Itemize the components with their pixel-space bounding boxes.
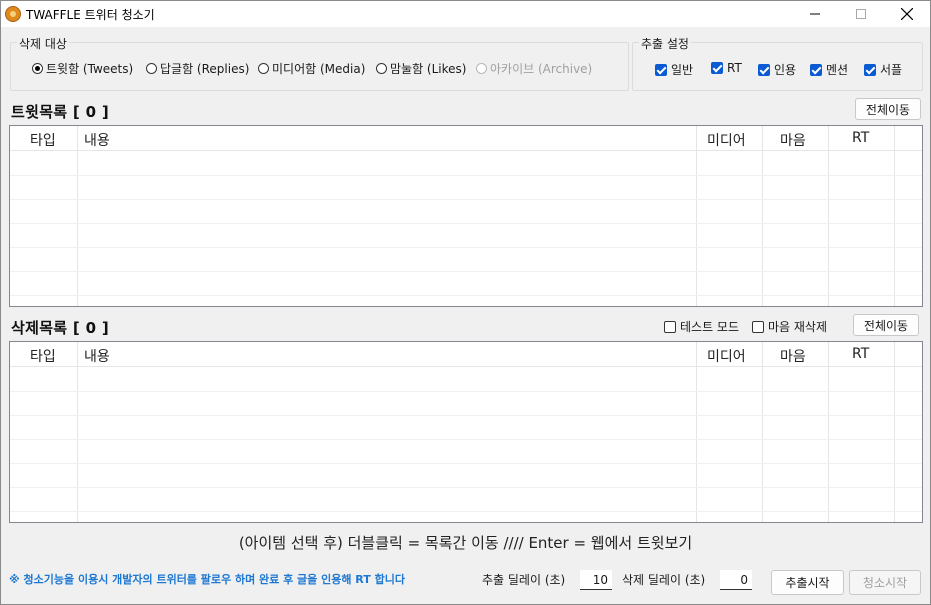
radio-label: 트윗함 (Tweets) bbox=[46, 62, 134, 76]
column-divider bbox=[894, 342, 895, 522]
close-icon[interactable] bbox=[884, 1, 930, 27]
checkbox-unchecked-icon bbox=[664, 320, 676, 333]
tweet-list-title: 트윗목록 [ 0 ] bbox=[11, 103, 110, 121]
radio-likes[interactable]: 맘눌함 (Likes) bbox=[376, 60, 466, 77]
column-header-likes[interactable]: 마음 bbox=[780, 130, 806, 150]
row-gridline bbox=[10, 247, 922, 248]
maximize-icon[interactable] bbox=[838, 1, 884, 27]
start-extract-button[interactable]: 추출시작 bbox=[771, 570, 844, 595]
column-divider bbox=[696, 126, 697, 306]
checkbox-label: 인용 bbox=[774, 63, 797, 77]
checkbox-checked-icon bbox=[711, 62, 723, 74]
delete-target-label: 삭제 대상 bbox=[17, 35, 69, 52]
checkbox-mention[interactable]: 멘션 bbox=[810, 61, 848, 78]
window-title: TWAFFLE 트위터 청소기 bbox=[26, 8, 155, 22]
row-gridline bbox=[10, 415, 922, 416]
row-gridline bbox=[10, 463, 922, 464]
radio-dot-icon bbox=[146, 63, 157, 74]
row-gridline bbox=[10, 295, 922, 296]
radio-archive[interactable]: 아카이브 (Archive) bbox=[476, 60, 592, 77]
column-header-rt[interactable]: RT bbox=[852, 130, 869, 146]
developer-notice: ※ 청소기능을 이용시 개발자의 트위터를 팔로우 하며 완료 후 글을 인용해… bbox=[9, 573, 405, 586]
delete-list-table[interactable]: 타입 내용 미디어 마음 RT bbox=[9, 341, 923, 523]
column-divider bbox=[828, 342, 829, 522]
redelete-likes-checkbox[interactable]: 마음 재삭제 bbox=[752, 318, 827, 335]
extract-settings-label: 추출 설정 bbox=[639, 35, 691, 52]
checkbox-label: 서플 bbox=[880, 63, 903, 77]
row-gridline bbox=[10, 391, 922, 392]
row-gridline bbox=[10, 271, 922, 272]
checkbox-label: 테스트 모드 bbox=[680, 320, 740, 334]
usage-hint: (아이템 선택 후) 더블클릭 = 목록간 이동 //// Enter = 웹에… bbox=[238, 534, 693, 552]
delete-list-title: 삭제목록 [ 0 ] bbox=[11, 319, 110, 337]
extract-delay-input[interactable]: 10 bbox=[580, 570, 612, 590]
column-divider bbox=[762, 126, 763, 306]
checkbox-label: 멘션 bbox=[826, 63, 849, 77]
column-divider bbox=[77, 342, 78, 522]
row-gridline bbox=[10, 223, 922, 224]
checkbox-thread[interactable]: 서플 bbox=[864, 61, 902, 78]
checkbox-label: RT bbox=[727, 61, 742, 75]
radio-media[interactable]: 미디어함 (Media) bbox=[258, 60, 365, 77]
row-gridline bbox=[10, 175, 922, 176]
radio-replies[interactable]: 답글함 (Replies) bbox=[146, 60, 249, 77]
row-gridline bbox=[10, 439, 922, 440]
checkbox-rt[interactable]: RT bbox=[711, 61, 742, 75]
column-divider bbox=[828, 126, 829, 306]
checkbox-quote[interactable]: 인용 bbox=[758, 61, 796, 78]
delete-delay-label: 삭제 딜레이 (초) bbox=[622, 573, 706, 587]
row-gridline bbox=[10, 487, 922, 488]
column-header-media[interactable]: 미디어 bbox=[707, 130, 746, 150]
checkbox-checked-icon bbox=[864, 63, 876, 76]
app-window: TWAFFLE 트위터 청소기 삭제 대상 트윗함 (Tweets) 답글함 (… bbox=[0, 0, 931, 605]
row-gridline bbox=[10, 511, 922, 512]
checkbox-label: 마음 재삭제 bbox=[768, 320, 828, 334]
test-mode-checkbox[interactable]: 테스트 모드 bbox=[664, 318, 739, 335]
checkbox-general[interactable]: 일반 bbox=[655, 61, 693, 78]
checkbox-label: 일반 bbox=[671, 63, 694, 77]
radio-label: 아카이브 (Archive) bbox=[490, 62, 593, 76]
tweet-list-table[interactable]: 타입 내용 미디어 마음 RT bbox=[9, 125, 923, 307]
checkbox-checked-icon bbox=[758, 63, 770, 76]
delete-delay-input[interactable]: 0 bbox=[720, 570, 752, 590]
radio-label: 미디어함 (Media) bbox=[272, 62, 366, 76]
twaffle-app-icon bbox=[5, 6, 21, 22]
column-divider bbox=[762, 342, 763, 522]
radio-dot-icon bbox=[376, 63, 387, 74]
delete-list-header: 타입 내용 미디어 마음 RT bbox=[10, 342, 922, 367]
row-gridline bbox=[10, 199, 922, 200]
column-header-rt[interactable]: RT bbox=[852, 346, 869, 362]
column-header-type[interactable]: 타입 bbox=[30, 346, 56, 366]
extract-delay-label: 추출 딜레이 (초) bbox=[482, 573, 566, 587]
checkbox-checked-icon bbox=[655, 63, 667, 76]
radio-dot-icon bbox=[258, 63, 269, 74]
column-header-type[interactable]: 타입 bbox=[30, 130, 56, 150]
column-header-content[interactable]: 내용 bbox=[84, 346, 110, 366]
title-bar: TWAFFLE 트위터 청소기 bbox=[1, 1, 930, 27]
tweet-list-header: 타입 내용 미디어 마음 RT bbox=[10, 126, 922, 151]
radio-dot-icon bbox=[32, 63, 43, 74]
radio-label: 맘눌함 (Likes) bbox=[390, 62, 467, 76]
radio-label: 답글함 (Replies) bbox=[160, 62, 250, 76]
column-header-content[interactable]: 내용 bbox=[84, 130, 110, 150]
radio-tweets[interactable]: 트윗함 (Tweets) bbox=[32, 60, 133, 77]
minimize-icon[interactable] bbox=[792, 1, 838, 27]
column-divider bbox=[894, 126, 895, 306]
radio-dot-icon bbox=[476, 63, 487, 74]
delete-list-move-all-button[interactable]: 전체이동 bbox=[853, 314, 919, 336]
start-clean-button[interactable]: 청소시작 bbox=[849, 570, 921, 595]
column-divider bbox=[77, 126, 78, 306]
tweet-list-move-all-button[interactable]: 전체이동 bbox=[855, 98, 921, 120]
checkbox-unchecked-icon bbox=[752, 320, 764, 333]
column-header-likes[interactable]: 마음 bbox=[780, 346, 806, 366]
checkbox-checked-icon bbox=[810, 63, 822, 76]
column-header-media[interactable]: 미디어 bbox=[707, 346, 746, 366]
column-divider bbox=[696, 342, 697, 522]
